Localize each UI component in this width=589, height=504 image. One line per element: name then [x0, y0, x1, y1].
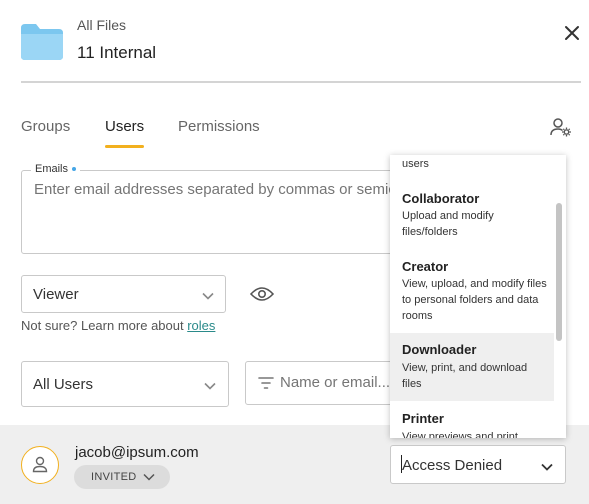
required-dot [72, 167, 77, 172]
tab-users[interactable]: Users [105, 118, 145, 148]
emails-input[interactable] [34, 181, 394, 198]
access-select-value: Access Denied [402, 457, 503, 474]
user-email: jacob@ipsum.com [75, 444, 199, 461]
avatar [21, 446, 59, 484]
chevron-down-icon [541, 463, 553, 471]
header-divider [21, 81, 581, 83]
access-select[interactable]: Access Denied [390, 445, 566, 484]
modal-header: All Files 11 Internal [0, 0, 589, 83]
emails-label: Emails [31, 163, 81, 175]
page-title: 11 Internal [77, 43, 157, 62]
dropdown-item-collaborator[interactable]: Collaborator Upload and modify files/fol… [390, 185, 554, 245]
user-settings-icon[interactable] [550, 117, 572, 137]
users-filter-select[interactable]: All Users [21, 361, 229, 407]
access-dropdown-menu[interactable]: users Collaborator Upload and modify fil… [390, 155, 566, 438]
chevron-down-icon [143, 473, 155, 481]
role-select[interactable]: Viewer [21, 275, 226, 313]
users-filter-value: All Users [33, 376, 94, 393]
role-select-value: Viewer [33, 286, 79, 303]
dropdown-item-partial[interactable]: users [390, 155, 554, 179]
dropdown-item-creator[interactable]: Creator View, upload, and modify files t… [390, 253, 554, 329]
user-icon [32, 456, 48, 473]
dropdown-scrollbar[interactable] [556, 203, 562, 341]
status-badge-label: INVITED [91, 471, 137, 483]
filter-icon [258, 377, 274, 389]
tab-groups[interactable]: Groups [21, 118, 70, 135]
close-icon[interactable] [563, 24, 581, 42]
eye-icon[interactable] [250, 286, 274, 302]
status-badge[interactable]: INVITED [74, 465, 170, 489]
roles-link[interactable]: roles [187, 318, 215, 333]
text-cursor [401, 455, 402, 473]
chevron-down-icon [204, 382, 216, 390]
tab-permissions[interactable]: Permissions [178, 118, 260, 135]
dropdown-item-printer[interactable]: Printer View previews and print [390, 405, 554, 438]
breadcrumb[interactable]: All Files [77, 17, 126, 33]
dropdown-item-downloader[interactable]: Downloader View, print, and download fil… [390, 333, 554, 401]
chevron-down-icon [202, 292, 214, 300]
folder-icon [21, 24, 63, 60]
roles-help-text: Not sure? Learn more about roles [21, 318, 216, 333]
